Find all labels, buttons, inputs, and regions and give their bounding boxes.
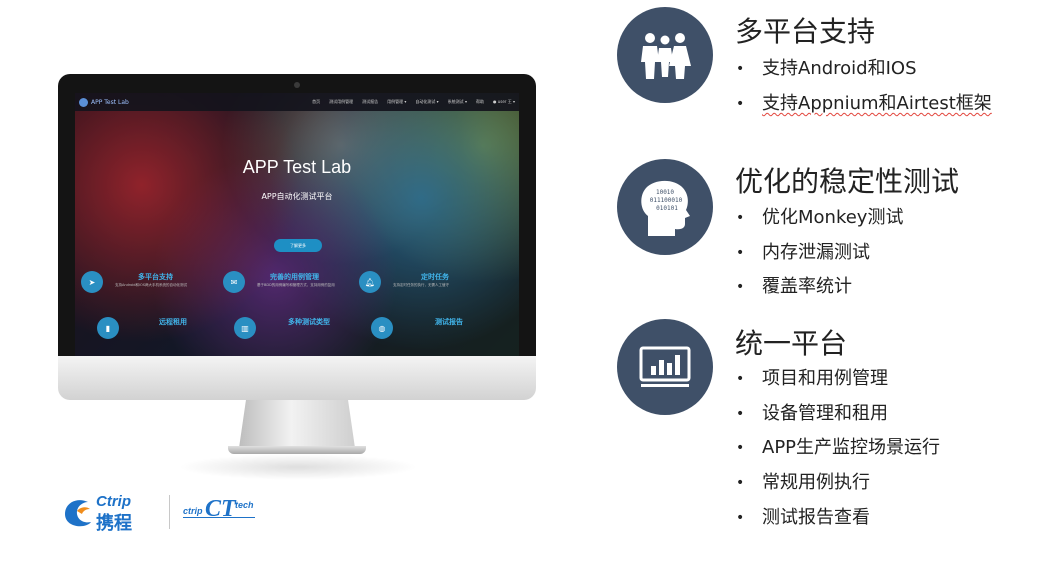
bullet-dot: • [736,510,745,526]
feature-desc: 支持定时任务的执行，无需人工值守 [393,283,449,287]
globe-icon: ◍ [371,317,393,339]
bullet-item: • 支持Android和IOS [732,58,917,80]
screen-brand[interactable]: APP Test Lab [79,97,129,107]
bullet-text: 常规用例执行 [762,472,870,493]
bullet-text: 测试报告查看 [762,507,870,528]
brand-logo-icon [79,97,88,107]
section-title: 多平台支持 [735,15,876,48]
feature-title: 测试报告 [435,318,463,326]
bullet-item: • 覆盖率统计 [732,276,852,298]
hero-learn-more-button[interactable]: 了解更多 [274,239,322,252]
bell-icon: 🔔︎ [359,271,381,293]
screen-nav-item[interactable]: 测试用例管理 [329,99,353,105]
feature-title: 完善的用例管理 [270,273,319,281]
bullet-dot: • [736,279,745,295]
screen-nav-item[interactable]: 帮助 [476,99,484,105]
logo-divider [169,495,170,529]
screen-nav-item[interactable]: 首页 [312,99,320,105]
imac-chin [58,356,536,400]
hero-title: APP Test Lab [242,157,352,177]
imac-stand-foot [228,446,366,454]
bullet-dot: • [736,61,745,77]
ctriptech-ct-mark: CT [205,496,236,522]
bullet-item: • 支持Appnium和Airtest框架 [732,93,992,115]
feature-desc: 基于BDD的用例编写和管理方式，支持用例的复用 [257,283,335,287]
imac-screen: APP Test Lab 首页 测试用例管理 测试报告 用例管理 ▾ 自动化测试… [75,93,519,356]
screen-nav-item[interactable]: 用例管理 ▾ [387,99,406,105]
imac-stand-neck [239,400,355,448]
bullet-dot: • [736,245,745,261]
binary-text-line: 010101 [656,205,678,212]
binary-text-line: 10010 [656,189,674,196]
bar-chart-monitor-icon [617,319,713,415]
ctrip-tech-logo: ctrip CT tech [183,494,263,532]
screen-nav-item[interactable]: 自动化测试 ▾ [415,99,438,105]
bullet-dot: • [736,210,745,226]
section-title: 统一平台 [735,327,848,360]
bullet-text: 内存泄漏测试 [762,242,870,263]
feature-title: 定时任务 [421,273,449,281]
binary-text-line: 011100010 [650,197,683,204]
imac-mockup: APP Test Lab 首页 测试用例管理 测试报告 用例管理 ▾ 自动化测试… [58,74,536,484]
bullet-dot: • [736,406,745,422]
bullet-item: • 项目和用例管理 [732,368,888,390]
screen-navbar: APP Test Lab 首页 测试用例管理 测试报告 用例管理 ▾ 自动化测试… [75,93,519,111]
bullet-text: 优化Monkey测试 [762,207,904,228]
bullet-text: 支持Appnium和Airtest框架 [762,93,992,114]
ctrip-logo: Ctrip 携程 [62,493,160,534]
imac-shadow [178,454,418,480]
bullet-item: • 设备管理和租用 [732,403,888,425]
group-people-icon [617,7,713,103]
binary-head-icon: 10010 011100010 010101 [617,159,713,255]
bullet-dot: • [736,440,745,456]
feature-desc: 支持Android和iOS两大手机系统的自动化测试 [115,283,187,287]
bullet-item: • 常规用例执行 [732,472,870,494]
bullet-text: 支持Android和IOS [762,58,917,79]
ctriptech-right-text: tech [235,500,254,510]
ctriptech-underline [183,517,255,518]
bullet-dot: • [736,371,745,387]
bullet-dot: • [736,96,745,112]
screen-nav-item[interactable]: 测试报告 [362,99,378,105]
screen-hero: APP Test Lab APP自动化测试平台 了解更多 ➤ 多平台支持 支持A… [75,111,519,356]
bullet-item: • APP生产监控场景运行 [732,437,940,459]
camera-dot [294,82,300,88]
ctriptech-left-text: ctrip [183,506,203,516]
paper-plane-icon: ➤ [81,271,103,293]
envelope-icon: ✉ [223,271,245,293]
hero-subtitle: APP自动化测试平台 [261,192,333,201]
bullet-dot: • [736,475,745,491]
bullet-text: 覆盖率统计 [762,276,852,297]
ctrip-en-text: Ctrip [96,493,131,510]
bullet-text: APP生产监控场景运行 [762,437,941,458]
ctrip-cn-text: 携程 [96,513,132,534]
bullet-item: • 内存泄漏测试 [732,242,870,264]
feature-title: 多平台支持 [138,273,173,281]
bullet-text: 项目和用例管理 [762,368,888,389]
feature-title: 远程租用 [159,318,187,326]
phone-icon: ▮ [97,317,119,339]
screen-brand-name: APP Test Lab [91,98,129,106]
bullet-item: • 测试报告查看 [732,507,870,529]
screen-nav-user[interactable]: ● user 王 ▾ [493,99,515,105]
feature-title: 多种测试类型 [288,318,330,326]
imac-bezel: APP Test Lab 首页 测试用例管理 测试报告 用例管理 ▾ 自动化测试… [58,74,536,366]
screen-nav-item[interactable]: 系统测试 ▾ [448,99,467,105]
chart-icon: ▥ [234,317,256,339]
section-title: 优化的稳定性测试 [735,165,960,198]
bullet-item: • 优化Monkey测试 [732,207,903,229]
bullet-text: 设备管理和租用 [762,403,888,424]
screen-nav-items: 首页 测试用例管理 测试报告 用例管理 ▾ 自动化测试 ▾ 系统测试 ▾ 帮助 … [312,99,515,105]
